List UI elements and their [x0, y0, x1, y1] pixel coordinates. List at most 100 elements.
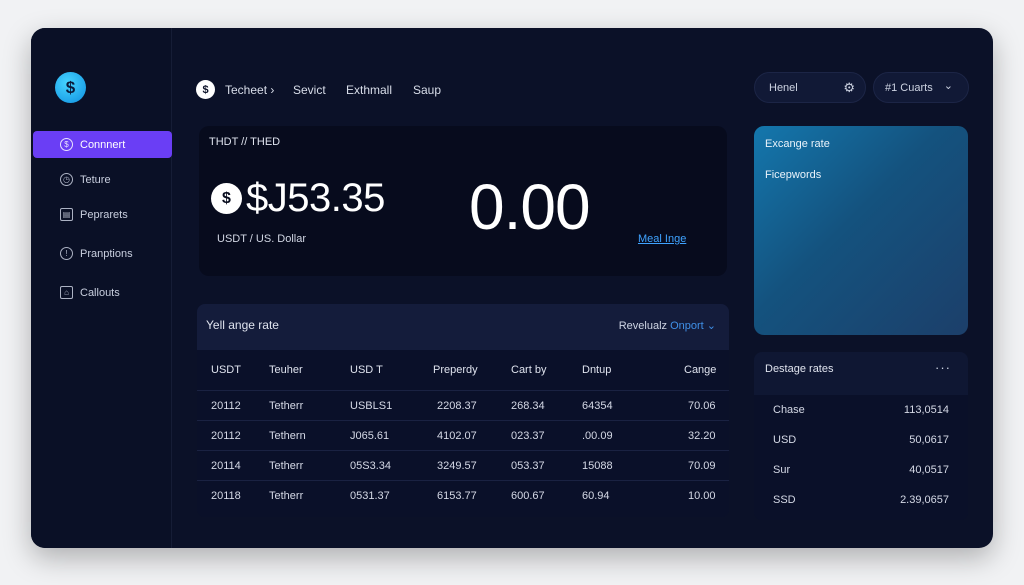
export-dropdown[interactable]: Revelualz Onport ⌄ — [619, 319, 716, 332]
table-cell: .00.09 — [582, 429, 613, 442]
sidebar: $ $ Connnert ◷ Teture ▤ Peprarets ! Pran… — [31, 28, 172, 548]
table-cell: 6153.77 — [437, 489, 477, 502]
table-cell: 15088 — [582, 459, 613, 472]
exchange-card-subtitle: Ficepwords — [765, 169, 822, 181]
search-pill-label: Henel — [769, 81, 798, 94]
table-cell: 20112 — [211, 429, 241, 442]
rate-value: 40,0517 — [909, 464, 949, 476]
table-cell: 4102.07 — [437, 429, 477, 442]
rate-currency: SSD — [773, 494, 796, 506]
table-cell: 70.06 — [688, 399, 716, 412]
document-icon: ▤ — [60, 208, 73, 221]
rates-table: USDT Teuher USD T Preperdy Cart by Dntup… — [197, 350, 729, 517]
destage-rates-card: Destage rates ··· Chase 113,0514 USD 50,… — [754, 352, 968, 520]
exchange-card-title: Excange rate — [765, 138, 830, 150]
table-cell: 20114 — [211, 459, 241, 472]
rate-currency: Sur — [773, 464, 791, 476]
table-cell: 023.37 — [511, 429, 545, 442]
list-item[interactable]: Chase 113,0514 — [754, 395, 968, 425]
table-cell: Tetherr — [269, 459, 304, 472]
sidebar-item-pranptions[interactable]: ! Pranptions — [33, 240, 172, 267]
price-hero-card: THDT // THED $ $J53.35 USDT / US. Dollar… — [199, 126, 727, 276]
app-window: $ $ Connnert ◷ Teture ▤ Peprarets ! Pran… — [31, 28, 993, 548]
more-options-icon[interactable]: ··· — [935, 360, 951, 375]
clock-icon: ◷ — [60, 173, 73, 186]
table-header-row: USDT Teuher USD T Preperdy Cart by Dntup… — [197, 350, 729, 390]
sidebar-item-teture[interactable]: ◷ Teture — [33, 166, 172, 193]
app-logo-icon: $ — [55, 72, 86, 103]
exchange-rate-card: Excange rate Ficepwords — [754, 126, 968, 335]
dollar-coin-icon: $ — [211, 183, 242, 214]
table-row[interactable]: 20114 Tetherr 05S3.34 3249.57 053.37 150… — [197, 450, 729, 480]
table-row[interactable]: 20112 Tetherr USBLS1 2208.37 268.34 6435… — [197, 390, 729, 420]
table-cell: 60.94 — [582, 489, 610, 502]
gear-icon[interactable]: ⚙ — [843, 80, 855, 96]
sidebar-item-label: Connnert — [80, 138, 126, 151]
info-circle-icon: ! — [60, 247, 73, 260]
account-label: #1 Cuarts — [885, 81, 933, 94]
sidebar-item-callouts[interactable]: ⌂ Callouts — [33, 279, 172, 306]
table-row[interactable]: 20118 Tetherr 0531.37 6153.77 600.67 60.… — [197, 480, 729, 510]
export-accent: Onport ⌄ — [670, 320, 716, 332]
table-cell: 2208.37 — [437, 399, 477, 412]
column-header[interactable]: Cart by — [511, 364, 546, 376]
rates-list: Chase 113,0514 USD 50,0617 Sur 40,0517 S… — [754, 395, 968, 520]
list-item[interactable]: SSD 2.39,0657 — [754, 485, 968, 515]
table-cell: 3249.57 — [437, 459, 477, 472]
table-cell: 64354 — [582, 399, 613, 412]
account-dropdown[interactable]: #1 Cuarts ⌄ — [873, 72, 969, 103]
nav-link-exthmall[interactable]: Exthmall — [346, 83, 392, 97]
column-header[interactable]: Dntup — [582, 364, 611, 376]
table-cell: 20118 — [211, 489, 241, 502]
list-item[interactable]: Sur 40,0517 — [754, 455, 968, 485]
table-cell: 05S3.34 — [350, 459, 391, 472]
rates-title: Destage rates — [765, 363, 834, 375]
brand-coin-icon[interactable]: $ — [196, 80, 215, 99]
home-icon: ⌂ — [60, 286, 73, 299]
pair-subtitle: USDT / US. Dollar — [217, 233, 307, 245]
table-cell: 70.09 — [688, 459, 716, 472]
hero-link[interactable]: Meal Inge — [638, 233, 686, 245]
table-cell: 053.37 — [511, 459, 545, 472]
export-prefix: Revelualz — [618, 320, 668, 332]
table-row[interactable]: 20112 Tethern J065.61 4102.07 023.37 .00… — [197, 420, 729, 450]
sidebar-item-label: Pranptions — [80, 247, 133, 260]
chevron-down-icon: ⌄ — [943, 80, 953, 92]
sidebar-item-label: Teture — [80, 173, 111, 186]
table-cell: J065.61 — [350, 429, 390, 442]
nav-link-sevict[interactable]: Sevict — [293, 83, 326, 97]
sidebar-item-peprarets[interactable]: ▤ Peprarets — [33, 201, 172, 228]
sidebar-item-label: Peprarets — [80, 208, 128, 221]
table-cell: 600.67 — [511, 489, 545, 502]
table-title: Yell ange rate — [206, 318, 279, 332]
pair-label: THDT // THED — [209, 136, 281, 148]
column-header[interactable]: Preperdy — [433, 364, 478, 376]
table-cell: 20112 — [211, 399, 241, 412]
table-toolbar: Yell ange rate Revelualz Onport ⌄ — [197, 304, 729, 350]
sidebar-item-connnert[interactable]: $ Connnert — [33, 131, 172, 158]
rate-currency: Chase — [773, 404, 805, 416]
list-item[interactable]: USD 50,0617 — [754, 425, 968, 455]
price-amount: $J53.35 — [246, 176, 385, 220]
table-cell: Tetherr — [269, 489, 304, 502]
table-cell: USBLS1 — [350, 399, 393, 412]
change-value: 0.00 — [469, 171, 591, 243]
column-header[interactable]: Teuher — [269, 364, 303, 376]
table-cell: 0531.37 — [350, 489, 390, 502]
sidebar-item-label: Callouts — [80, 286, 120, 299]
nav-link-saup[interactable]: Saup — [413, 83, 441, 97]
rate-value: 113,0514 — [903, 404, 949, 416]
dollar-circle-icon: $ — [60, 138, 73, 151]
nav-link-techeet[interactable]: Techeet › — [225, 83, 274, 97]
rates-table-card: Yell ange rate Revelualz Onport ⌄ USDT T… — [197, 304, 729, 517]
rate-value: 50,0617 — [909, 434, 949, 446]
table-cell: 268.34 — [511, 399, 545, 412]
column-header[interactable]: Cange — [684, 364, 716, 376]
column-header[interactable]: USD T — [350, 364, 383, 376]
search-pill[interactable]: Henel ⚙ — [754, 72, 866, 103]
rate-value: 2.39,0657 — [900, 494, 949, 506]
table-cell: Tetherr — [269, 399, 304, 412]
table-cell: 10.00 — [688, 489, 716, 502]
column-header[interactable]: USDT — [211, 364, 241, 376]
table-cell: 32.20 — [688, 429, 716, 442]
